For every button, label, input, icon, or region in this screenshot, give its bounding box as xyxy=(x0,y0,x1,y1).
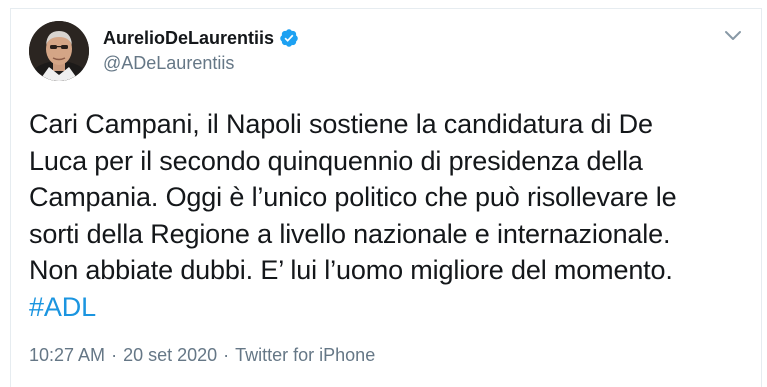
tweet-text-line: Luca per il secondo quinquennio di presi… xyxy=(29,145,643,176)
tweet-text-line: Non abbiate dubbi. E’ lui l’uomo miglior… xyxy=(29,255,673,285)
tweet-time[interactable]: 10:27 AM xyxy=(29,345,105,366)
chevron-down-icon xyxy=(725,31,741,40)
meta-separator: · xyxy=(111,345,118,365)
tweet-text-line: sorti della Regione a livello nazionale … xyxy=(29,218,671,249)
meta-separator: · xyxy=(223,345,230,365)
verified-badge-icon xyxy=(279,28,299,48)
author-display-name[interactable]: AurelioDeLaurentiis xyxy=(103,28,274,49)
tweet-text-line: Campania. Oggi è l’unico politico che pu… xyxy=(29,182,677,212)
author-avatar[interactable] xyxy=(29,21,89,81)
name-row: AurelioDeLaurentiis xyxy=(103,25,299,51)
tweet-menu-button[interactable] xyxy=(723,29,743,43)
tweet-card: AurelioDeLaurentiis @ADeLaurentiis Cari … xyxy=(10,8,762,387)
tweet-text-line: Cari Campani, il Napoli sostiene la cand… xyxy=(29,109,653,139)
tweet-source[interactable]: Twitter for iPhone xyxy=(235,345,375,366)
hashtag-link[interactable]: #ADL xyxy=(29,292,96,322)
avatar-photo xyxy=(29,21,89,81)
tweet-meta: 10:27 AM · 20 set 2020 · Twitter for iPh… xyxy=(29,345,375,366)
tweet-header: AurelioDeLaurentiis @ADeLaurentiis xyxy=(103,25,299,74)
author-handle[interactable]: @ADeLaurentiis xyxy=(103,53,299,74)
tweet-date[interactable]: 20 set 2020 xyxy=(123,345,217,366)
tweet-text: Cari Campani, il Napoli sostiene la cand… xyxy=(29,106,749,325)
